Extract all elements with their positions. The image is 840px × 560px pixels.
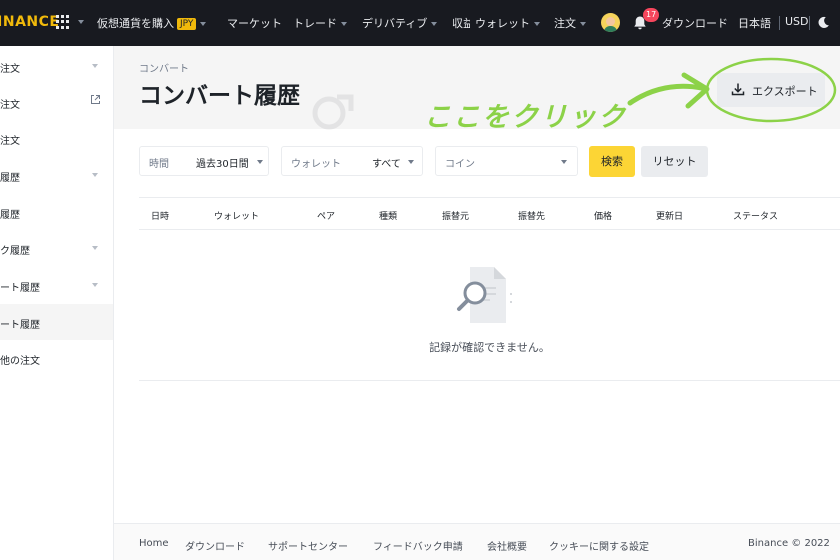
currency-badge: JPY [177,18,197,30]
moon-icon[interactable] [817,16,830,29]
sidebar-item-label: 取引履歴 [0,173,20,184]
sidebar-item-margin-orders[interactable]: 信用注文 [0,84,113,120]
footer-link-about[interactable]: 会社概要 [487,538,527,553]
column-header-to: 振替先 [518,212,546,222]
sidebar-item-label: ロック履歴 [0,246,30,257]
sidebar: 現物注文 信用注文 先物注文 取引履歴 決済履歴 ロック履歴 コンバート履歴 コ… [0,46,114,560]
time-filter-select[interactable]: 時間 過去30日間 [139,146,269,176]
chevron-down-icon [92,283,98,287]
nav-derivatives-label: デリバティブ [362,17,428,30]
export-button-label: エクスポート [752,85,818,98]
chevron-down-icon [341,22,347,26]
sidebar-item-other-orders[interactable]: その他の注文 [0,340,113,376]
chevron-down-icon [534,22,540,26]
nav-language[interactable]: 日本語 [738,15,771,31]
table-header: 日時 ウォレット ペア 種類 振替元 振替先 価格 更新日 ステータス [139,197,840,230]
download-icon [731,83,745,96]
time-filter-label: 時間 [149,159,169,170]
user-avatar[interactable] [601,13,620,32]
main-content: コンバート コンバート履歴 エクスポート ここをクリック 時間 過去30日間 ウ… [114,46,840,560]
column-header-pair: ペア [317,212,336,222]
chevron-down-icon [92,246,98,250]
wallet-filter-select[interactable]: ウォレット すべて [281,146,423,176]
footer-link-support[interactable]: サポートセンター [268,538,348,553]
sidebar-item-futures-orders[interactable]: 先物注文 [0,120,113,156]
chevron-down-icon [200,22,207,26]
sidebar-item-label: 先物注文 [0,136,20,147]
sidebar-item-trade-history[interactable]: 取引履歴 [0,157,113,193]
nav-orders-label: 注文 [554,17,576,30]
column-header-price: 価格 [594,212,613,222]
sidebar-item-convert-history[interactable]: コンバート履歴 [0,267,113,303]
empty-message: 記録が確認できません。 [429,341,550,354]
search-button[interactable]: 検索 [589,146,635,177]
nav-buy-crypto-label: 仮想通貨を購入 [97,17,174,30]
sidebar-item-label: 現物注文 [0,64,20,75]
nav-trade[interactable]: トレード [293,15,347,31]
wallet-filter-value: すべて [372,159,401,170]
time-filter-value: 過去30日間 [196,159,249,170]
chevron-down-icon [431,22,438,26]
footer-link-cookie-settings[interactable]: クッキーに関する設定 [549,538,649,553]
nav-wallet[interactable]: ウォレット [475,15,540,31]
column-header-from: 振替元 [442,212,470,222]
nav-derivatives[interactable]: デリバティブ [362,15,438,31]
page-header: コンバート コンバート履歴 エクスポート ここをクリック [114,46,840,133]
footer-link-feedback[interactable]: フィードバック申請 [373,538,463,553]
footer-link-download[interactable]: ダウンロード [185,538,245,553]
binance-logo[interactable]: BINANCE [0,14,60,30]
convert-watermark-icon [312,94,354,130]
nav-orders[interactable]: 注文 [554,15,586,31]
empty-state: 記録が確認できません。 [139,230,840,381]
footer-copyright: Binance © 2022 [748,538,830,549]
column-header-status: ステータス [733,212,779,222]
nav-divider [809,16,810,30]
export-button[interactable]: エクスポート [717,73,825,107]
coin-filter-select[interactable]: コイン [435,146,578,176]
column-header-updated: 更新日 [656,212,684,222]
top-navigation-bar: BINANCE 仮想通貨を購入JPY マーケット トレード デリバティブ 収益 … [0,0,840,46]
footer-link-home[interactable]: Home [139,538,169,549]
no-records-icon [457,267,512,323]
sidebar-item-settlement-history[interactable]: 決済履歴 [0,194,113,230]
nav-divider [779,16,780,30]
nav-earn[interactable]: 収益 [452,15,470,31]
sidebar-item-label: コンバート履歴 [0,283,40,294]
chevron-down-icon [257,160,263,164]
notification-count-badge: 17 [643,8,660,22]
sidebar-item-label: その他の注文 [0,356,40,367]
sidebar-item-label: 信用注文 [0,100,20,111]
wallet-filter-label: ウォレット [291,159,341,170]
nav-currency[interactable]: USD [785,15,809,28]
chevron-down-icon [78,20,84,24]
page-title: コンバート履歴 [139,83,300,109]
sidebar-item-spot-orders[interactable]: 現物注文 [0,48,113,84]
nav-buy-crypto[interactable]: 仮想通貨を購入 JPY [97,15,207,31]
nav-wallet-label: ウォレット [475,17,530,30]
sidebar-item-convert-history-active[interactable]: コンバート履歴 [0,304,113,340]
coin-filter-placeholder: コイン [445,159,475,170]
external-link-icon [91,95,100,104]
column-header-datetime: 日時 [151,212,170,222]
nav-trade-label: トレード [293,17,337,30]
sidebar-item-lock-history[interactable]: ロック履歴 [0,230,113,266]
sidebar-item-label: 決済履歴 [0,210,20,221]
breadcrumb[interactable]: コンバート [139,60,189,75]
footer: Home ダウンロード サポートセンター フィードバック申請 会社概要 クッキー… [114,523,840,560]
column-header-type: 種類 [379,212,398,222]
apps-grid-icon[interactable] [56,15,70,29]
chevron-down-icon [92,173,98,177]
chevron-down-icon [561,160,567,164]
chevron-down-icon [92,64,98,68]
annotation-text: ここをクリック [424,102,627,133]
sidebar-item-label: コンバート履歴 [0,320,40,331]
reset-button[interactable]: リセット [641,146,708,177]
chevron-down-icon [580,22,586,26]
nav-download[interactable]: ダウンロード [662,15,728,31]
nav-markets[interactable]: マーケット [227,15,282,31]
chevron-down-icon [408,160,414,164]
column-header-wallet: ウォレット [214,212,260,222]
